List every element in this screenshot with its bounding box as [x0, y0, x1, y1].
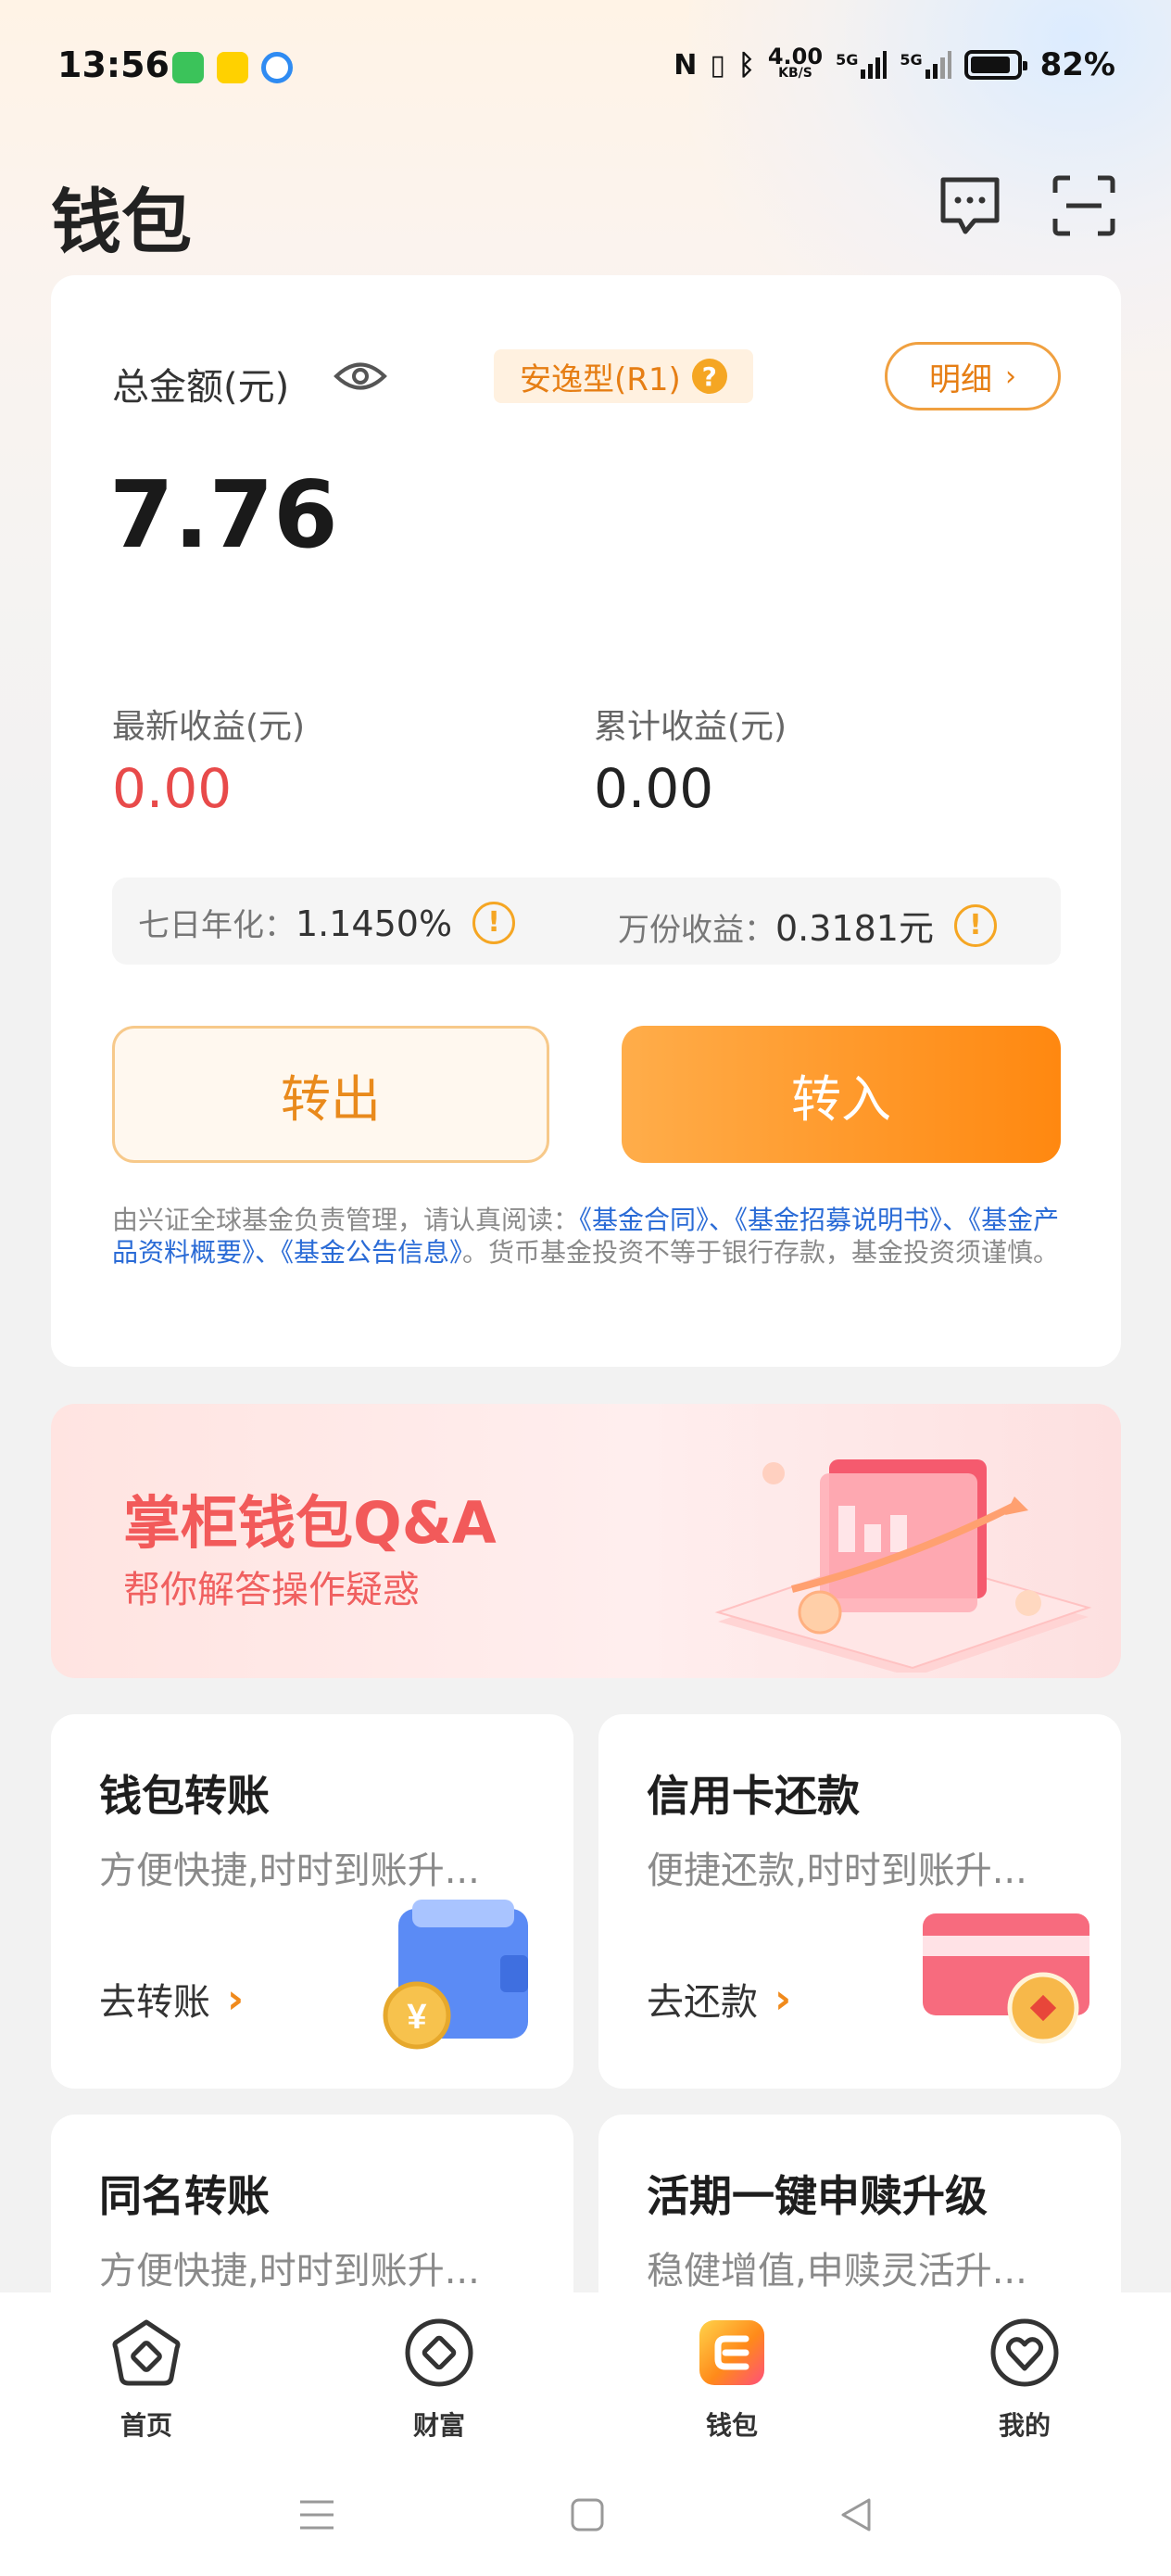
- nfc-icon: N: [674, 48, 698, 82]
- credit-card-icon: [923, 1913, 1089, 2044]
- fund-notice-link[interactable]: 《基金公告信息》: [281, 1237, 462, 1268]
- wallet-icon: [699, 2320, 764, 2385]
- feature-subtitle: 方便快捷,时时到账升...: [99, 2250, 480, 2292]
- total-amount-value: 7.76: [109, 461, 338, 569]
- wallet-card: 总金额(元) 安逸型(R1) ? 明细 › 7.76 最新收益(元) 0.00 …: [51, 275, 1121, 1367]
- feature-title: 信用卡还款: [647, 1771, 860, 1821]
- signal-bars-icon: [861, 51, 888, 79]
- signal-label-2: 5G: [900, 51, 923, 69]
- risk-level-text: 安逸型(R1): [520, 360, 681, 398]
- latest-income-value: 0.00: [112, 757, 233, 820]
- wallet-transfer-card[interactable]: 钱包转账 方便快捷,时时到账升... 去转账 › ¥: [51, 1714, 573, 2089]
- scan-icon[interactable]: [1051, 174, 1116, 237]
- nav-profile[interactable]: 我的: [951, 2317, 1099, 2443]
- per-10k-value: 0.3181元: [775, 908, 934, 949]
- home-button-icon[interactable]: [569, 2496, 606, 2533]
- info-warning-icon[interactable]: !: [472, 901, 516, 944]
- go-transfer-link[interactable]: 去转账 ›: [99, 1972, 244, 2026]
- feature-title: 活期一键申赎升级: [647, 2171, 988, 2221]
- nav-label: 财富: [412, 2410, 465, 2441]
- battery-icon: [963, 50, 1027, 80]
- chevron-right-icon: ›: [1005, 360, 1016, 393]
- vibrate-icon: ▯: [710, 48, 725, 82]
- wealth-icon: [405, 2318, 473, 2387]
- link-separator: 、: [942, 1205, 969, 1235]
- battery-percent: 82%: [1039, 46, 1115, 83]
- link-separator: 、: [709, 1205, 736, 1235]
- feature-title: 钱包转账: [99, 1771, 270, 1821]
- browser-app-icon: [261, 52, 293, 83]
- nav-label: 钱包: [705, 2410, 758, 2441]
- seven-day-value: 1.1450%: [296, 903, 453, 944]
- total-income-label: 累计收益(元): [594, 708, 787, 746]
- feature-title: 同名转账: [99, 2171, 270, 2221]
- chevron-right-icon: ›: [774, 1975, 792, 2023]
- eye-icon[interactable]: [334, 353, 387, 399]
- go-repay-link[interactable]: 去还款 ›: [647, 1972, 791, 2026]
- status-time: 13:56: [57, 44, 170, 85]
- nav-wallet[interactable]: 钱包: [658, 2317, 806, 2443]
- disclaimer-prefix: 由兴证全球基金负责管理，请认真阅读：: [112, 1205, 580, 1235]
- latest-income-label: 最新收益(元): [112, 708, 306, 746]
- total-amount-label: 总金额(元): [112, 366, 290, 409]
- seven-day-yield: 七日年化：1.1450% !: [138, 900, 516, 945]
- profile-icon: [990, 2318, 1059, 2387]
- bottom-nav: 首页 财富 钱包 我的: [0, 2292, 1171, 2576]
- signal-label-1: 5G: [836, 51, 859, 69]
- nav-label: 我的: [998, 2410, 1051, 2441]
- link-separator: 、: [255, 1237, 282, 1268]
- signal-icon-1: 5G: [836, 51, 888, 79]
- nav-label: 首页: [120, 2410, 172, 2441]
- status-indicators: N ▯ ᛒ 4.00 KB/S 5G 5G 82%: [674, 44, 1115, 83]
- credit-card-repay-card[interactable]: 信用卡还款 便捷还款,时时到账升... 去还款 ›: [598, 1714, 1121, 2089]
- nav-wealth[interactable]: 财富: [365, 2317, 513, 2443]
- seven-day-label: 七日年化：: [138, 907, 296, 944]
- banner-title: 掌柜钱包Q&A: [123, 1489, 497, 1557]
- signal-icon-2: 5G: [900, 51, 951, 79]
- home-icon: [112, 2319, 181, 2386]
- system-navigation-bar: [0, 2496, 1171, 2552]
- qa-banner[interactable]: 掌柜钱包Q&A 帮你解答操作疑惑: [51, 1404, 1121, 1678]
- banner-subtitle: 帮你解答操作疑惑: [123, 1569, 420, 1611]
- disclaimer-suffix: 。货币基金投资不等于银行存款，基金投资须谨慎。: [462, 1237, 1060, 1268]
- wallet-yuan-icon: ¥: [383, 1900, 528, 2050]
- feature-link-label: 去还款: [647, 1981, 758, 2024]
- transfer-out-button[interactable]: 转出: [112, 1026, 549, 1163]
- total-income-value: 0.00: [594, 757, 714, 820]
- help-icon[interactable]: ?: [691, 359, 727, 394]
- svg-text:¥: ¥: [407, 1998, 426, 2037]
- menu-icon[interactable]: [298, 2496, 335, 2533]
- detail-label: 明细: [929, 360, 992, 398]
- per-10k-income: 万份收益：0.3181元 !: [618, 900, 997, 951]
- feature-link-label: 去转账: [99, 1981, 210, 2024]
- feature-subtitle: 稳健增值,申赎灵活升...: [647, 2250, 1027, 2292]
- bluetooth-icon: ᛒ: [737, 48, 755, 82]
- signal-bars-icon: [925, 51, 951, 79]
- message-icon[interactable]: [938, 174, 1002, 237]
- detail-button[interactable]: 明细 ›: [885, 342, 1061, 410]
- meituan-app-icon: [217, 52, 248, 83]
- fund-contract-link[interactable]: 《基金合同》: [579, 1205, 709, 1235]
- per-10k-label: 万份收益：: [618, 912, 775, 949]
- chevron-right-icon: ›: [227, 1975, 245, 2023]
- fund-prospectus-link[interactable]: 《基金招募说明书》: [735, 1205, 942, 1235]
- page-title: 钱包: [51, 181, 192, 263]
- net-speed-value: 4.00: [767, 44, 824, 69]
- feature-subtitle: 方便快捷,时时到账升...: [99, 1850, 480, 1892]
- net-speed: 4.00 KB/S: [767, 44, 824, 82]
- transfer-in-button[interactable]: 转入: [622, 1026, 1061, 1163]
- calendar-chart-illustration: [714, 1459, 1092, 1673]
- fund-disclaimer: 由兴证全球基金负责管理，请认真阅读：《基金合同》、《基金招募说明书》、《基金产品…: [112, 1204, 1066, 1269]
- info-warning-icon[interactable]: !: [953, 903, 997, 947]
- yield-info-box: 七日年化：1.1450% ! 万份收益：0.3181元 !: [112, 878, 1061, 965]
- back-icon[interactable]: [837, 2496, 875, 2533]
- feature-subtitle: 便捷还款,时时到账升...: [647, 1850, 1027, 1892]
- nav-home[interactable]: 首页: [72, 2317, 220, 2443]
- message-app-icon: [172, 52, 204, 83]
- status-bar: 13:56 N ▯ ᛒ 4.00 KB/S 5G 5G 82%: [0, 37, 1171, 102]
- risk-level-badge[interactable]: 安逸型(R1) ?: [494, 349, 753, 403]
